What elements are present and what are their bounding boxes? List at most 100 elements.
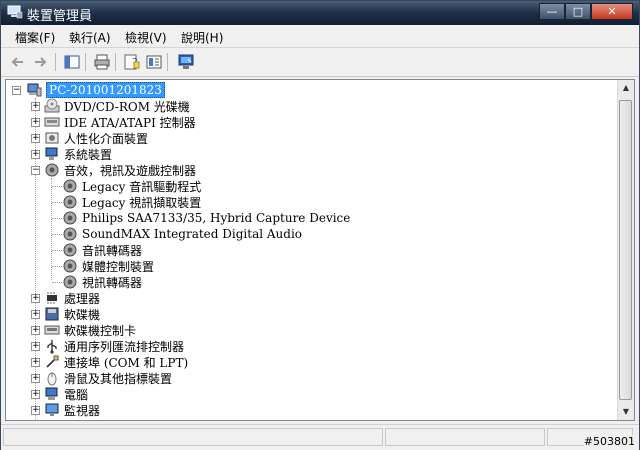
properties-help-icon[interactable]: ? [123,53,141,71]
tree-item-label: Legacy 視訊擷取裝置 [82,195,202,210]
arrow-left-icon[interactable] [9,53,27,71]
expand-button[interactable]: + [31,134,40,143]
tree-item-system[interactable]: 系統裝置 [44,146,112,162]
show-hide-tree-icon[interactable] [63,53,81,71]
expand-button[interactable]: + [31,102,40,111]
speaker-icon [63,179,77,193]
expand-button[interactable]: + [31,118,40,127]
tree-item-mouse[interactable]: 滑鼠及其他指標裝置 [44,370,172,386]
window-title: 裝置管理員 [27,9,93,24]
tree-child-item[interactable]: Philips SAA7133/35, Hybrid Capture Devic… [62,210,350,226]
expand-button[interactable]: + [31,326,40,335]
tree-item-label: 軟碟機控制卡 [64,323,137,338]
tree-guide-line [52,202,62,204]
expand-button[interactable]: + [31,358,40,367]
tree-item-label: 音效，視訊及遊戲控制器 [64,163,197,178]
print-icon[interactable] [93,53,111,71]
tree-item-floppy-controller[interactable]: 軟碟機控制卡 [44,322,136,338]
tree-item-label: 視訊轉碼器 [82,275,143,290]
tree-item-usb[interactable]: 通用序列匯流排控制器 [44,338,184,354]
properties-icon[interactable] [145,53,163,71]
collapse-button[interactable]: − [31,166,40,175]
maximize-button[interactable]: □ [565,3,591,20]
tree-item-label: 音訊轉碼器 [82,243,143,258]
tree-guide-line [52,266,62,268]
mouse-icon [47,372,57,386]
tree-item-keyboard[interactable]: 鍵盤 [44,418,88,421]
scrollbar-thumb[interactable] [619,100,632,400]
toolbar-separator [85,53,86,71]
tree-item-label: 電腦 [64,387,89,402]
menu-bar: 檔案(F) 執行(A) 檢視(V) 說明(H) [1,25,639,48]
tree-item-computer[interactable]: 電腦 [44,386,88,402]
tree-item-label: SoundMAX Integrated Digital Audio [82,227,303,241]
keyboard-icon [44,418,60,421]
tree-item-hid[interactable]: 人性化介面裝置 [44,130,148,146]
disc-icon [44,98,60,113]
menu-file[interactable]: 檔案(F) [15,29,55,46]
speaker-icon [45,163,59,177]
tree-item-label: 鍵盤 [64,418,88,421]
expand-button[interactable]: + [31,310,40,319]
arrow-right-icon[interactable] [31,53,49,71]
tree-item-monitor[interactable]: 監視器 [44,402,100,418]
tree-item-label: 連接埠 (COM 和 LPT) [64,355,189,370]
tree-item-cpu[interactable]: 處理器 [44,290,100,306]
expand-button[interactable]: + [31,150,40,159]
tree-item-label: 人性化介面裝置 [64,131,149,146]
expand-button[interactable]: + [31,294,40,303]
speaker-icon [63,227,77,241]
monitor-icon [45,403,59,416]
device-tree[interactable]: − PC-201001201823 + DVD/CD-ROM 光碟機 + IDE… [5,79,635,421]
toolbar: ? [1,48,639,77]
status-bar [1,424,639,450]
update-driver-icon[interactable] [177,53,195,71]
computer-icon [27,83,42,97]
ide-icon [44,117,60,127]
tree-root[interactable]: PC-201001201823 [26,82,165,98]
tree-item-label: Legacy 音訊驅動程式 [82,179,202,194]
tree-item-ide[interactable]: IDE ATA/ATAPI 控制器 [44,114,196,130]
expand-button[interactable]: + [31,406,40,415]
tree-item-label: 通用序列匯流排控制器 [64,339,185,354]
tree-item-label: DVD/CD-ROM 光碟機 [64,99,190,114]
tree-child-item[interactable]: Legacy 視訊擷取裝置 [62,194,201,210]
tree-item-floppy[interactable]: 軟碟機 [44,306,100,322]
tree-child-item[interactable]: 音訊轉碼器 [62,242,142,258]
tree-item-ports[interactable]: 連接埠 (COM 和 LPT) [44,354,188,370]
collapse-button[interactable]: − [12,86,21,95]
expand-button[interactable]: + [31,374,40,383]
tree-guide-line [51,178,53,280]
tree-item-label: 系統裝置 [64,147,113,162]
close-button[interactable]: ✕ [591,3,633,20]
tree-child-item[interactable]: Legacy 音訊驅動程式 [62,178,201,194]
speaker-icon [63,275,77,289]
tree-item-label: 媒體控制裝置 [82,259,155,274]
expand-button[interactable]: + [31,342,40,351]
device-manager-icon [7,5,23,19]
minimize-button[interactable]: — [539,3,565,20]
computer-icon [45,387,58,400]
vertical-scrollbar[interactable]: ▲ ▼ [617,80,634,420]
watermark-text: #503801 [583,435,635,448]
menu-help[interactable]: 說明(H) [181,29,223,46]
scroll-up-arrow-icon[interactable]: ▲ [618,80,634,96]
toolbar-separator [167,53,168,71]
expand-button[interactable]: + [31,390,40,399]
toolbar-separator [115,53,116,71]
menu-action[interactable]: 執行(A) [69,29,111,46]
device-manager-window: 裝置管理員 — □ ✕ 檔案(F) 執行(A) 檢視(V) 說明(H) ? − … [0,0,640,450]
tree-item-label: 監視器 [64,403,101,418]
status-pane [3,428,383,446]
tree-child-item[interactable]: 媒體控制裝置 [62,258,154,274]
tree-child-item[interactable]: 視訊轉碼器 [62,274,142,290]
speaker-icon [63,195,77,209]
title-bar[interactable]: 裝置管理員 — □ ✕ [1,1,639,25]
tree-guide-line [52,218,62,220]
tree-child-item[interactable]: SoundMAX Integrated Digital Audio [62,226,302,242]
tree-item-dvd[interactable]: DVD/CD-ROM 光碟機 [44,98,190,114]
tree-item-sound[interactable]: 音效，視訊及遊戲控制器 [44,162,196,178]
menu-view[interactable]: 檢視(V) [125,29,167,46]
port-icon [46,355,59,368]
scroll-down-arrow-icon[interactable]: ▼ [618,404,634,420]
